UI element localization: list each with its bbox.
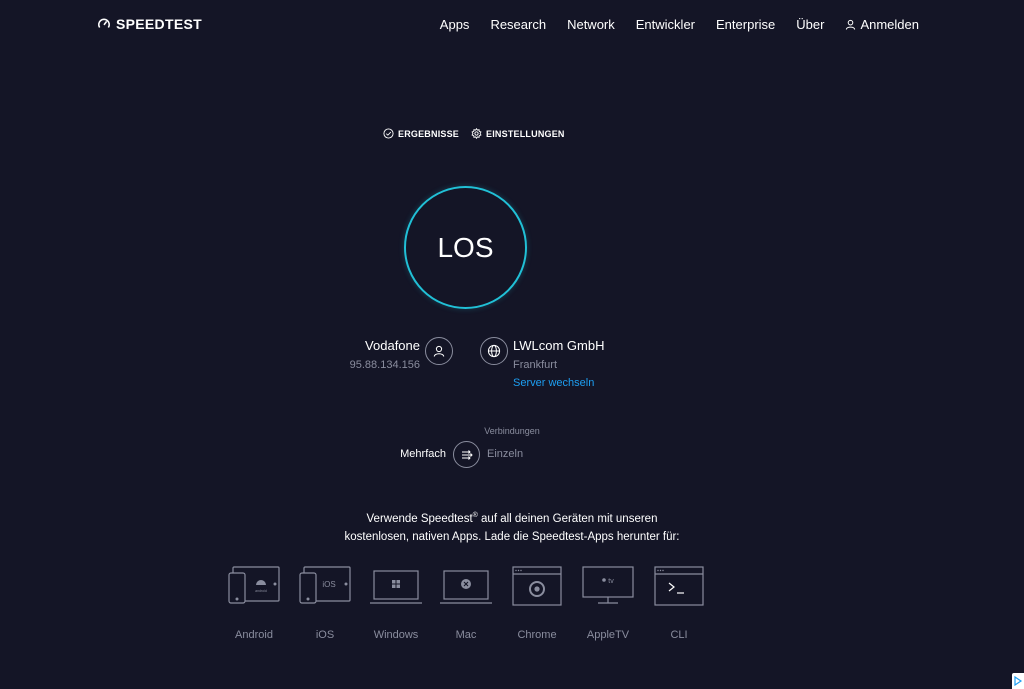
appletv-icon: tv (582, 566, 634, 604)
apps-promo-text: Verwende Speedtest® auf all deinen Gerät… (0, 507, 1024, 546)
promo-line-1-before: Verwende Speedtest (366, 512, 473, 525)
app-label-windows: Windows (373, 629, 419, 641)
results-link[interactable]: ERGEBNISSE (383, 128, 459, 139)
login-link[interactable]: Anmelden (845, 17, 919, 32)
app-cli[interactable]: CLI (649, 565, 709, 641)
speedometer-icon (98, 18, 110, 28)
svg-text:iOS: iOS (322, 580, 335, 589)
go-button[interactable]: LOS (404, 186, 527, 309)
multi-connection-icon (461, 449, 473, 460)
svg-text:tv: tv (608, 578, 614, 585)
top-bar: SPEEDTEST Apps Research Network Entwickl… (0, 0, 1024, 50)
settings-label: EINSTELLUNGEN (486, 128, 565, 139)
ad-choices-icon (1014, 676, 1023, 686)
app-label-mac: Mac (455, 629, 477, 641)
android-devices-icon: android (228, 566, 280, 604)
connections-toggle[interactable] (453, 441, 480, 468)
app-appletv[interactable]: tv AppleTV (578, 565, 638, 641)
ad-choices-badge[interactable] (1012, 673, 1024, 689)
app-label-chrome: Chrome (517, 629, 557, 641)
connections-multi-option[interactable]: Mehrfach (400, 448, 446, 460)
nav-item-developers[interactable]: Entwickler (636, 17, 695, 32)
settings-link[interactable]: EINSTELLUNGEN (471, 128, 565, 139)
app-android[interactable]: android Android (224, 565, 284, 641)
change-server-link[interactable]: Server wechseln (513, 377, 605, 389)
app-label-ios: iOS (315, 629, 335, 641)
nav-item-research[interactable]: Research (490, 17, 546, 32)
server-globe-icon-wrap (480, 337, 508, 365)
user-icon (846, 19, 856, 30)
globe-icon (487, 344, 501, 358)
app-download-list: android Android iOS iOS Windows Mac Chro… (224, 565, 714, 645)
nav-item-apps[interactable]: Apps (440, 17, 470, 32)
result-settings-bar: ERGEBNISSE EINSTELLUNGEN (383, 128, 565, 139)
app-windows[interactable]: Windows (366, 565, 426, 641)
app-label-android: Android (235, 629, 273, 641)
gear-icon (471, 128, 482, 139)
promo-line-1-after: auf all deinen Geräten mit unseren (477, 512, 658, 525)
main-nav: Apps Research Network Entwickler Enterpr… (440, 17, 919, 32)
connections-label: Verbindungen (484, 426, 540, 436)
windows-laptop-icon (370, 570, 422, 604)
server-info: LWLcom GmbH Frankfurt Server wechseln (513, 338, 605, 389)
isp-ip: 95.88.134.156 (349, 359, 420, 371)
app-mac[interactable]: Mac (436, 565, 496, 641)
isp-info: Vodafone 95.88.134.156 (350, 338, 420, 371)
isp-name: Vodafone (365, 338, 420, 353)
connections-single-option[interactable]: Einzeln (487, 448, 523, 460)
svg-text:android: android (255, 589, 267, 593)
logo-text: SPEEDTEST (116, 16, 202, 32)
results-label: ERGEBNISSE (398, 128, 460, 139)
app-ios[interactable]: iOS iOS (295, 565, 355, 641)
chrome-browser-icon (512, 566, 562, 606)
nav-item-network[interactable]: Network (567, 17, 615, 32)
cli-terminal-icon (654, 566, 704, 606)
speedtest-logo[interactable]: SPEEDTEST (97, 16, 202, 32)
app-chrome[interactable]: Chrome (507, 565, 567, 641)
app-label-cli: CLI (670, 629, 688, 641)
server-city: Frankfurt (513, 359, 558, 371)
app-label-appletv: AppleTV (586, 629, 630, 641)
check-circle-icon (383, 128, 394, 139)
mac-laptop-icon (440, 570, 492, 604)
isp-user-icon-wrap (425, 337, 453, 365)
server-name: LWLcom GmbH (513, 338, 605, 353)
login-label: Anmelden (860, 17, 919, 32)
nav-item-enterprise[interactable]: Enterprise (716, 17, 775, 32)
promo-line-2: kostenlosen, nativen Apps. Lade die Spee… (344, 530, 680, 543)
ios-devices-icon: iOS (299, 566, 351, 604)
promo-line-1: Verwende Speedtest® auf all deinen Gerät… (0, 507, 1024, 528)
nav-item-about[interactable]: Über (796, 17, 824, 32)
user-icon (433, 345, 445, 357)
